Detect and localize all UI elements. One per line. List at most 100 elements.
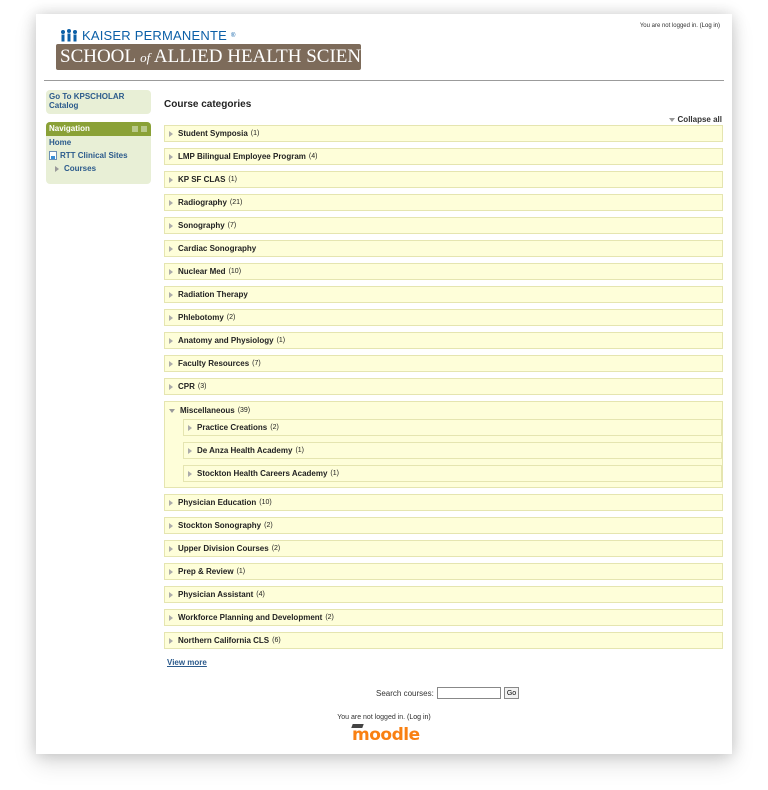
nav-item-courses[interactable]: Courses xyxy=(46,162,151,175)
category-cardiac-sonography[interactable]: Cardiac Sonography xyxy=(164,240,723,257)
login-info-top: You are not logged in. (Log in) xyxy=(640,23,720,29)
nav-item-label: RTT Clinical Sites xyxy=(60,151,128,160)
kp-people-icon xyxy=(61,28,77,41)
page-title: Course categories xyxy=(164,99,252,110)
collapse-all-link[interactable]: Collapse all xyxy=(668,115,722,124)
category-count: (10) xyxy=(259,499,272,506)
category-name[interactable]: Prep & Review xyxy=(178,567,234,576)
kp-brand-text: KAISER PERMANENTE xyxy=(82,28,227,43)
subcategory-name[interactable]: Stockton Health Careers Academy xyxy=(197,469,327,478)
category-radiation-therapy[interactable]: Radiation Therapy xyxy=(164,286,723,303)
expand-arrow-icon xyxy=(169,268,173,275)
subcategory-practice-creations[interactable]: Practice Creations (2) xyxy=(183,419,722,436)
login-link-top[interactable]: (Log in) xyxy=(700,23,720,29)
category-count: (4) xyxy=(256,591,265,598)
page-frame: KAISER PERMANENTE ® SCHOOL of ALLIED HEAL… xyxy=(36,14,732,754)
category-count: (1) xyxy=(276,337,286,344)
expand-arrow-icon xyxy=(169,591,173,598)
category-name[interactable]: CPR xyxy=(178,382,195,391)
dock-icon[interactable] xyxy=(132,126,138,132)
category-student-symposia[interactable]: Student Symposia (1) xyxy=(164,125,723,142)
category-name[interactable]: Stockton Sonography xyxy=(178,521,261,530)
collapse-all-label: Collapse all xyxy=(677,115,722,124)
category-radiography[interactable]: Radiography (21) xyxy=(164,194,723,211)
category-name[interactable]: Phlebotomy xyxy=(178,313,224,322)
category-stockton-sonography[interactable]: Stockton Sonography (2) xyxy=(164,517,723,534)
nav-item-rtt-clinical-sites[interactable]: RTT Clinical Sites xyxy=(46,149,151,162)
moodle-logo[interactable]: moodle xyxy=(351,724,420,745)
kp-logo[interactable]: KAISER PERMANENTE ® xyxy=(60,28,236,43)
expand-arrow-icon xyxy=(55,165,59,172)
category-name[interactable]: Radiography xyxy=(178,198,227,207)
category-name[interactable]: Faculty Resources xyxy=(178,359,249,368)
category-nuclear-med[interactable]: Nuclear Med (10) xyxy=(164,263,723,280)
collapse-arrow-icon xyxy=(169,408,175,413)
category-name[interactable]: KP SF CLAS xyxy=(178,175,225,184)
site-header: KAISER PERMANENTE ® SCHOOL of ALLIED HEAL… xyxy=(36,14,732,82)
category-lmp-bilingual-employee-program[interactable]: LMP Bilingual Employee Program (4) xyxy=(164,148,723,165)
navigation-block-header: Navigation xyxy=(46,122,151,136)
category-upper-division-courses[interactable]: Upper Division Courses (2) xyxy=(164,540,723,557)
expand-arrow-icon xyxy=(169,568,173,575)
category-header-miscellaneous[interactable]: Miscellaneous (39) xyxy=(165,402,722,419)
banner-rest: ALLIED HEALTH SCIENCES xyxy=(153,46,396,67)
category-physician-assistant[interactable]: Physician Assistant (4) xyxy=(164,586,723,603)
category-count: (10) xyxy=(228,268,242,275)
category-name[interactable]: LMP Bilingual Employee Program xyxy=(178,152,306,161)
category-name[interactable]: Radiation Therapy xyxy=(178,290,248,299)
moodle-text: moodle xyxy=(352,725,420,745)
category-anatomy-and-physiology[interactable]: Anatomy and Physiology (1) xyxy=(164,332,723,349)
category-count: (1) xyxy=(250,130,260,137)
category-name[interactable]: Physician Assistant xyxy=(178,590,253,599)
category-cpr[interactable]: CPR (3) xyxy=(164,378,723,395)
category-faculty-resources[interactable]: Faculty Resources (7) xyxy=(164,355,723,372)
category-sonography[interactable]: Sonography (7) xyxy=(164,217,723,234)
view-more-link[interactable]: View more xyxy=(167,658,207,667)
category-name[interactable]: Workforce Planning and Development xyxy=(178,613,322,622)
category-expanded: Miscellaneous (39) Practice Creations (2)… xyxy=(164,401,723,488)
category-physician-education[interactable]: Physician Education (10) xyxy=(164,494,723,511)
hide-block-icon[interactable] xyxy=(141,126,147,132)
footer-login-text: You are not logged in. xyxy=(337,714,406,721)
navigation-block: Navigation Home RTT Clinical Sites Cours… xyxy=(46,122,151,184)
category-name[interactable]: Nuclear Med xyxy=(178,267,226,276)
category-kp-sf-clas[interactable]: KP SF CLAS (1) xyxy=(164,171,723,188)
category-count: (4) xyxy=(308,153,318,160)
subcategory-stockton-health-careers-academy[interactable]: Stockton Health Careers Academy (1) xyxy=(183,465,722,482)
expand-arrow-icon xyxy=(169,222,173,229)
subcategory-name[interactable]: De Anza Health Academy xyxy=(197,446,292,455)
subcategory-count: (1) xyxy=(330,470,339,477)
school-banner[interactable]: SCHOOL of ALLIED HEALTH SCIENCES xyxy=(56,44,396,70)
category-name[interactable]: Physician Education xyxy=(178,498,256,507)
expand-arrow-icon xyxy=(169,291,173,298)
subcategory-name[interactable]: Practice Creations xyxy=(197,423,267,432)
category-name[interactable]: Cardiac Sonography xyxy=(178,244,256,253)
nav-item-home[interactable]: Home xyxy=(46,136,151,149)
category-phlebotomy[interactable]: Phlebotomy (2) xyxy=(164,309,723,326)
search-input[interactable] xyxy=(436,687,501,699)
expand-arrow-icon xyxy=(169,637,173,644)
catalog-link[interactable]: Go To KPSCHOLAR Catalog xyxy=(49,92,124,110)
category-name[interactable]: Upper Division Courses xyxy=(178,544,269,553)
category-count: (3) xyxy=(197,383,207,390)
expand-arrow-icon xyxy=(169,130,173,137)
expand-arrow-icon xyxy=(169,522,173,529)
category-count: (21) xyxy=(229,199,243,206)
search-go-button[interactable]: Go xyxy=(503,687,520,699)
category-name[interactable]: Anatomy and Physiology xyxy=(178,336,274,345)
category-northern-california-cls[interactable]: Northern California CLS (6) xyxy=(164,632,723,649)
category-name[interactable]: Student Symposia xyxy=(178,129,248,138)
category-count: (7) xyxy=(252,360,261,367)
category-name[interactable]: Miscellaneous xyxy=(180,406,235,415)
expand-arrow-icon xyxy=(169,499,173,506)
subcategory-de-anza-health-academy[interactable]: De Anza Health Academy (1) xyxy=(183,442,722,459)
category-count: (1) xyxy=(236,568,246,575)
category-workforce-planning-and-development[interactable]: Workforce Planning and Development (2) xyxy=(164,609,723,626)
expand-arrow-icon xyxy=(188,424,192,431)
category-prep-review[interactable]: Prep & Review (1) xyxy=(164,563,723,580)
footer-login-link[interactable]: (Log in) xyxy=(407,714,431,721)
category-name[interactable]: Northern California CLS xyxy=(178,636,269,645)
catalog-block[interactable]: Go To KPSCHOLAR Catalog xyxy=(46,90,151,114)
expand-arrow-icon xyxy=(169,176,173,183)
category-name[interactable]: Sonography xyxy=(178,221,225,230)
